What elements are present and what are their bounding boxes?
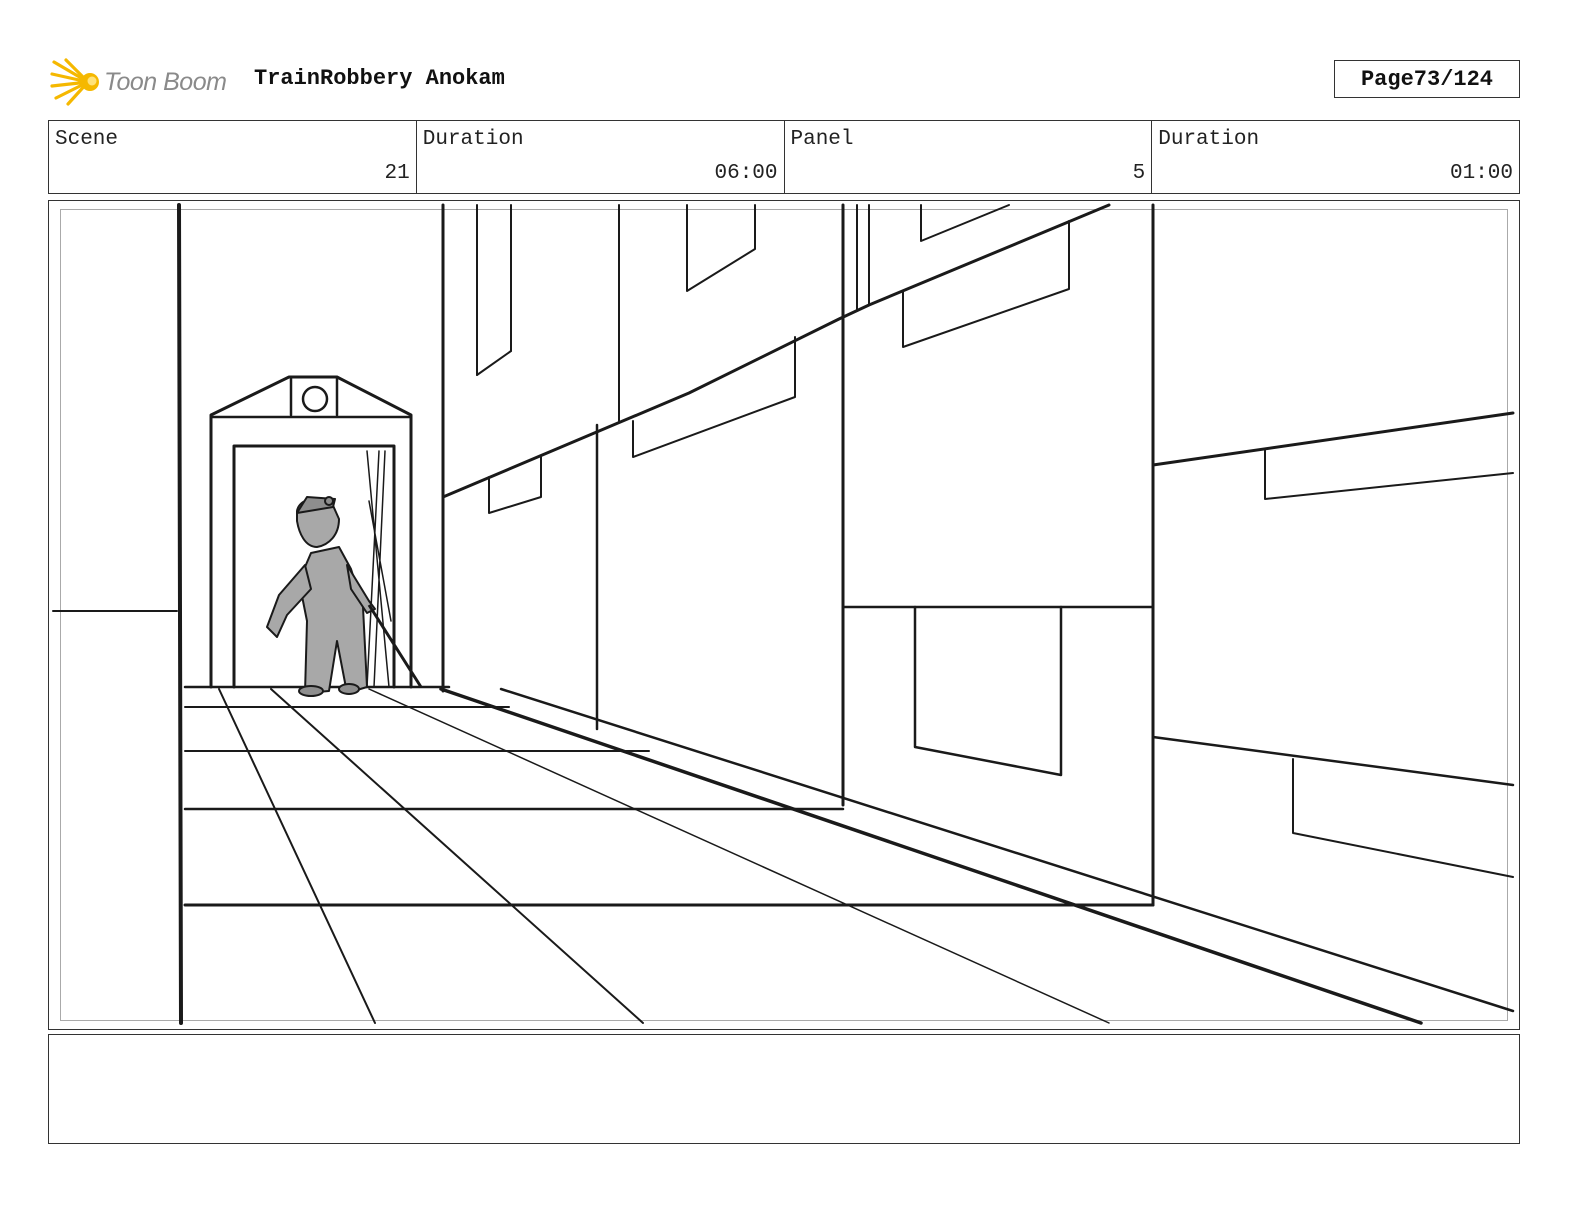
panel-duration-label: Duration	[1158, 128, 1260, 151]
scene-duration-value: 06:00	[714, 162, 778, 185]
project-title: TrainRobbery Anokam	[254, 66, 505, 91]
page-number: 73/124	[1413, 66, 1494, 92]
scene-number: 21	[384, 162, 410, 185]
page-label: Page	[1360, 66, 1414, 92]
panel-info-row: Scene 21 Duration 06:00 Panel 5 Duration…	[48, 120, 1520, 194]
star-burst-icon	[50, 58, 99, 106]
panel-notes-box	[48, 1034, 1520, 1144]
scene-duration-cell: Duration 06:00	[417, 121, 785, 193]
panel-label: Panel	[790, 128, 854, 151]
panel-number: 5	[1132, 162, 1146, 185]
character-figure	[266, 496, 423, 697]
panel-drawing	[52, 203, 1515, 1025]
scene-cell: Scene 21	[49, 121, 417, 193]
storyboard-header: Toon Boom TrainRobbery Anokam Page 73/12…	[48, 56, 1520, 108]
panel-duration-cell: Duration 01:00	[1152, 121, 1519, 193]
logo-text: Toon Boom	[104, 67, 227, 96]
toon-boom-logo: Toon Boom	[50, 56, 240, 108]
scene-duration-label: Duration	[422, 128, 524, 151]
panel-cell: Panel 5	[785, 121, 1153, 193]
panel-duration-value: 01:00	[1449, 162, 1513, 185]
scene-label: Scene	[55, 128, 119, 151]
page-indicator: Page 73/124	[1334, 60, 1520, 98]
storyboard-panel	[48, 200, 1520, 1030]
